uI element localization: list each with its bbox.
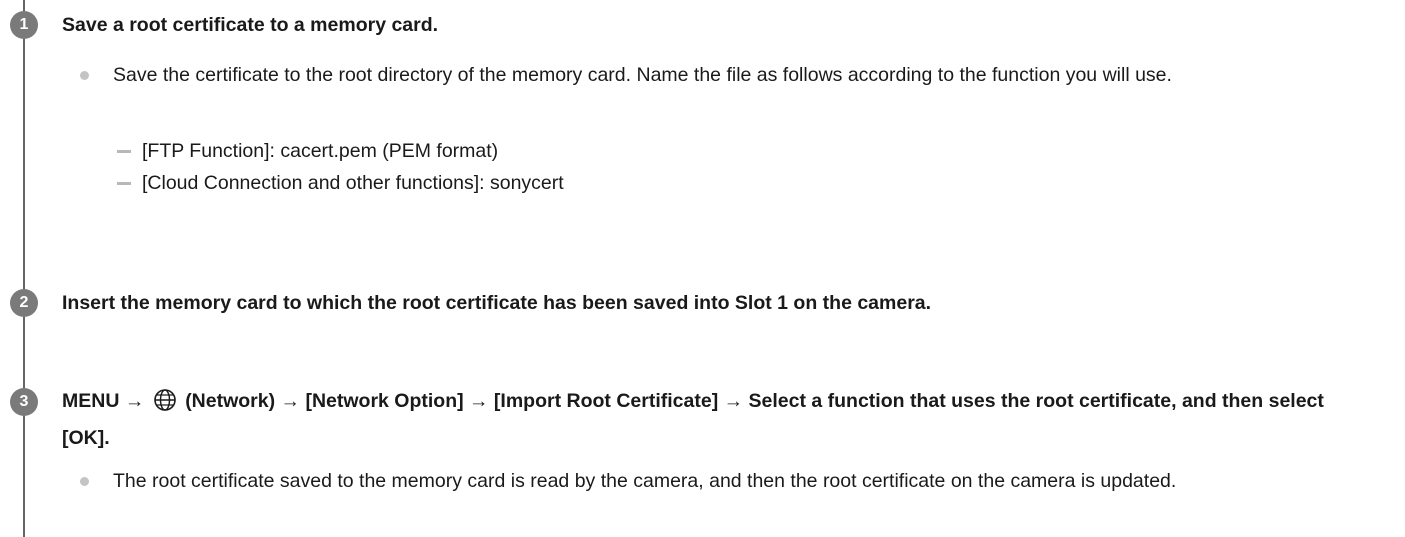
step-1-subitem-text: [Cloud Connection and other functions]: … — [142, 172, 564, 194]
step-1-bullet: Save the certificate to the root directo… — [80, 59, 1390, 123]
step-2-number-badge: 2 — [10, 289, 38, 317]
step-3-title: MENU → (Network) → [Network Option] → [I… — [62, 385, 1352, 454]
step-3-bullet: The root certificate saved to the memory… — [80, 465, 1390, 529]
step-2-title: Insert the memory card to which the root… — [62, 292, 932, 314]
step-3-bullet-text: The root certificate saved to the memory… — [113, 470, 1177, 492]
step-1-title: Save a root certificate to a memory card… — [62, 14, 439, 36]
bullet-dot-icon — [80, 477, 89, 486]
step-1-subitem-text: [FTP Function]: cacert.pem (PEM format) — [142, 140, 499, 162]
step-3-title-menu: MENU → — [62, 390, 145, 412]
step-1-bullet-text: Save the certificate to the root directo… — [113, 64, 1172, 86]
dash-icon — [117, 182, 131, 185]
procedure-steps: 1 Save a root certificate to a memory ca… — [0, 0, 1405, 537]
step-1-number-badge: 1 — [10, 11, 38, 39]
bullet-dot-icon — [80, 71, 89, 80]
step-3-title-rest: (Network) → [Network Option] → [Import R… — [62, 390, 1324, 449]
dash-icon — [117, 150, 131, 153]
globe-icon — [152, 388, 178, 422]
step-3-number-badge: 3 — [10, 388, 38, 416]
step-timeline-line — [23, 0, 25, 537]
